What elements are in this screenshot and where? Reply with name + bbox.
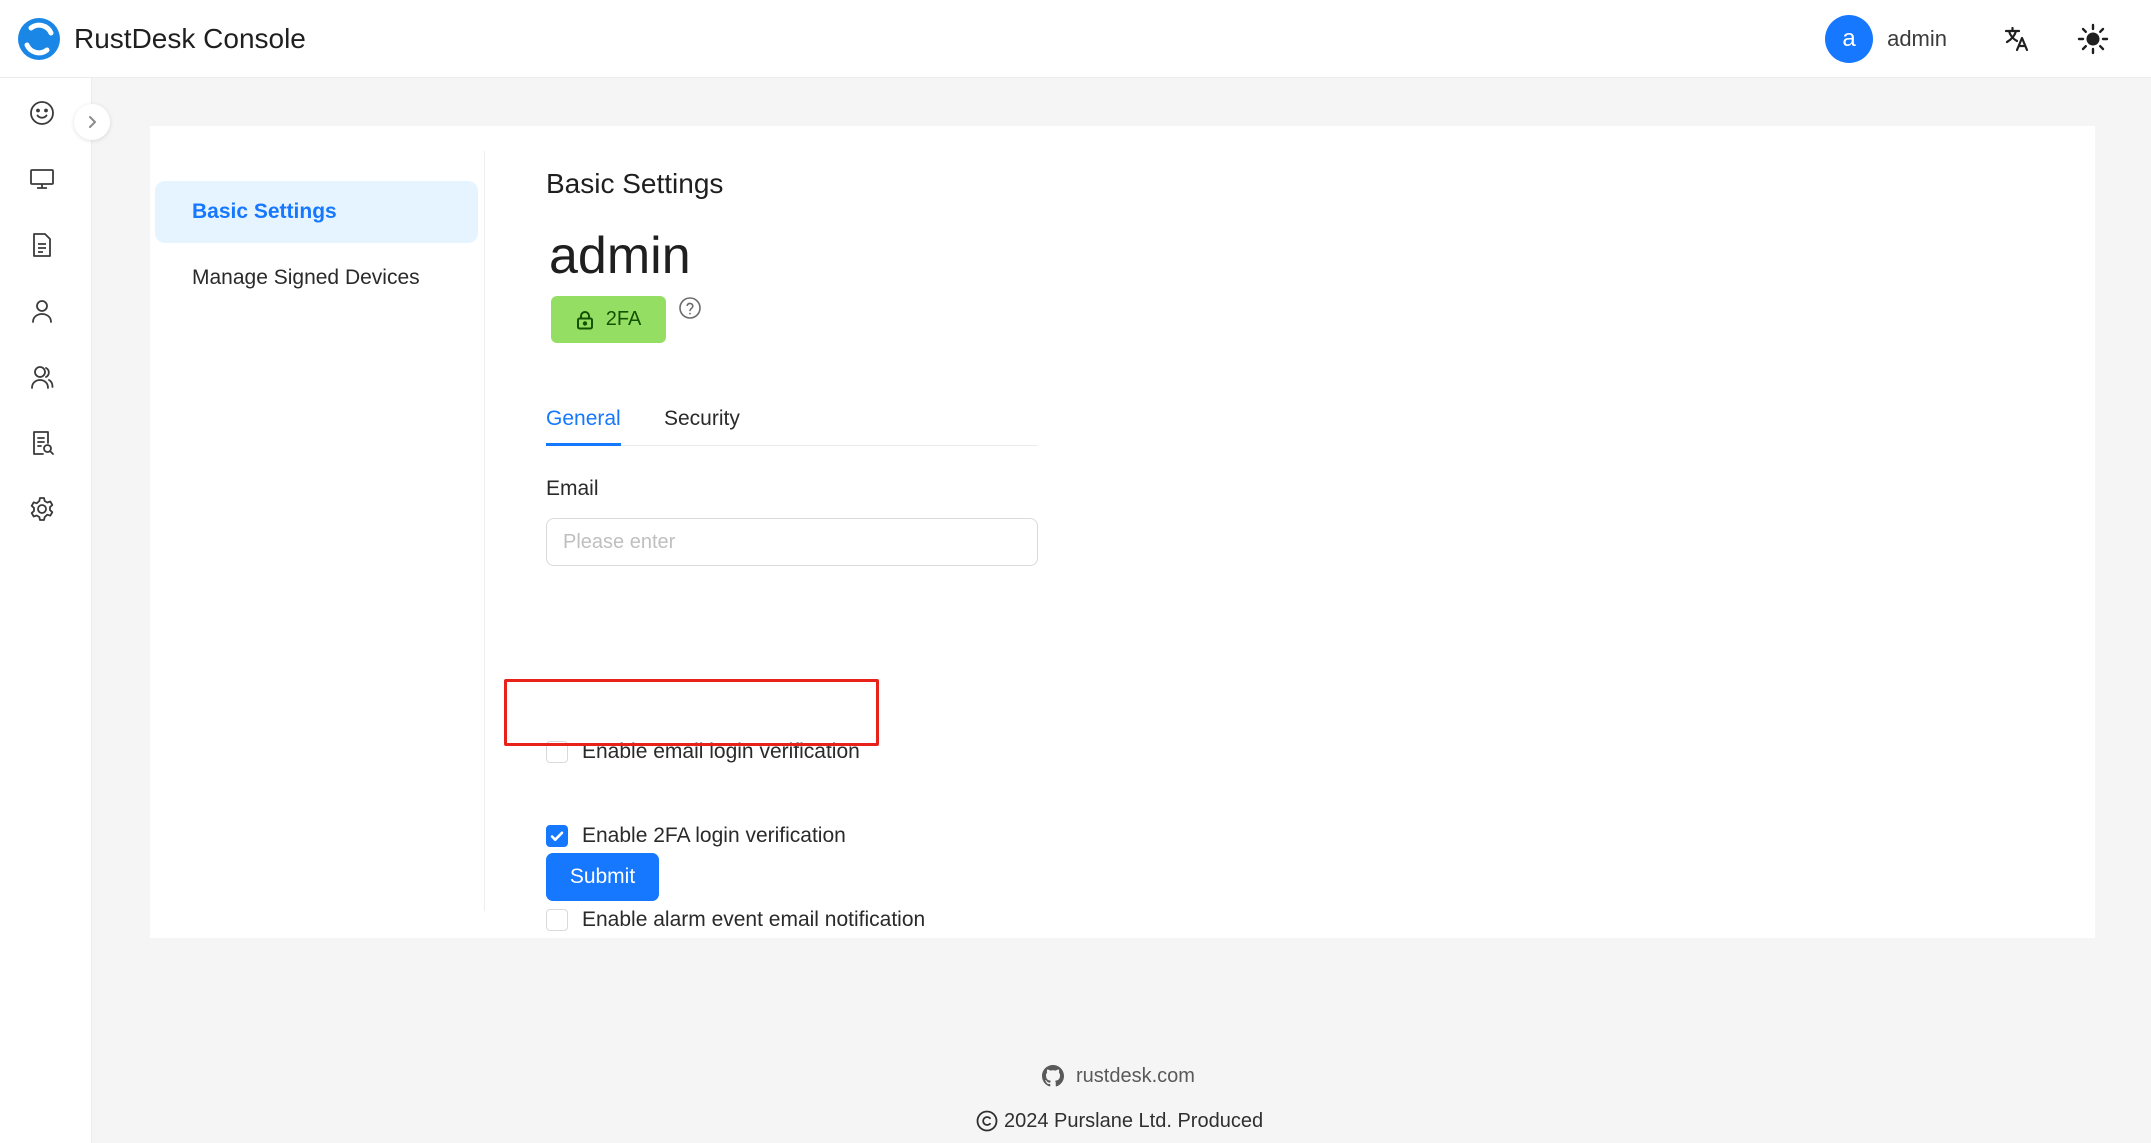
question-circle-icon[interactable]: [678, 296, 702, 320]
users-icon: [31, 366, 54, 389]
nav-item-audit-logs[interactable]: [22, 423, 62, 463]
checkbox-label: Enable 2FA login verification: [582, 824, 846, 847]
menu-item-label: Manage Signed Devices: [192, 266, 420, 289]
top-header: RustDesk Console a admin: [0, 0, 2151, 78]
menu-item-manage-signed-devices[interactable]: Manage Signed Devices: [155, 247, 478, 309]
settings-tabs: General Security: [546, 396, 1038, 446]
collapse-sidebar-button[interactable]: [74, 104, 110, 140]
language-button[interactable]: [1995, 17, 2039, 61]
monitor-icon: [30, 169, 54, 189]
theme-toggle-button[interactable]: [2071, 17, 2115, 61]
submit-button[interactable]: Submit: [546, 853, 659, 901]
rustdesk-logo-icon: [18, 17, 60, 60]
username: admin: [1887, 26, 1947, 51]
nav-item-devices[interactable]: [22, 159, 62, 199]
checkmark-icon: [550, 831, 564, 841]
checkbox-label: Enable alarm event email notification: [582, 908, 926, 931]
tab-security[interactable]: Security: [664, 396, 740, 446]
user-icon: [32, 300, 52, 323]
footer-copyright: 2024 Purslane Ltd. Produced: [976, 1107, 1263, 1135]
user-menu[interactable]: a admin: [1825, 15, 1947, 63]
avatar: a: [1825, 15, 1874, 63]
brand[interactable]: RustDesk Console: [16, 16, 306, 62]
alarm-email-notification-option[interactable]: Enable alarm event email notification: [546, 905, 925, 935]
footer-rustdesk-link[interactable]: rustdesk.com: [1042, 1062, 1195, 1090]
tab-general[interactable]: General: [546, 396, 621, 446]
copyright-icon: [976, 1110, 998, 1132]
left-nav-rail: [0, 78, 92, 1143]
email-login-verification-option[interactable]: Enable email login verification: [546, 737, 860, 767]
copyright-text: 2024 Purslane Ltd. Produced: [1004, 1109, 1264, 1132]
lock-icon: [576, 310, 593, 329]
menu-item-label: Basic Settings: [192, 200, 337, 223]
2fa-status-badge: 2FA: [551, 296, 666, 343]
sun-icon: [2077, 23, 2109, 55]
profile-name: admin: [549, 227, 691, 285]
github-icon: [1042, 1065, 1064, 1087]
audit-log-icon: [33, 431, 54, 455]
page-title: Basic Settings: [546, 168, 724, 199]
settings-card: Basic Settings Manage Signed Devices Bas…: [150, 126, 2095, 938]
chevron-right-icon: [89, 116, 96, 128]
2fa-login-verification-option[interactable]: Enable 2FA login verification: [546, 821, 846, 851]
smiley-icon: [30, 101, 54, 125]
email-login-verification-checkbox[interactable]: [546, 741, 568, 763]
email-field[interactable]: [546, 518, 1038, 566]
gear-icon: [30, 497, 54, 521]
nav-item-users[interactable]: [22, 291, 62, 331]
header-actions: a admin: [1825, 0, 2151, 78]
nav-item-settings[interactable]: [22, 489, 62, 529]
nav-item-documents[interactable]: [22, 225, 62, 265]
app-title: RustDesk Console: [74, 22, 306, 54]
annotation-highlight-box: [504, 679, 879, 746]
nav-item-groups[interactable]: [22, 357, 62, 397]
footer-link-text: rustdesk.com: [1076, 1064, 1195, 1087]
checkbox-label: Enable email login verification: [582, 740, 860, 763]
menu-item-basic-settings[interactable]: Basic Settings: [155, 181, 478, 243]
badge-label: 2FA: [605, 308, 642, 330]
translate-icon: [2004, 26, 2029, 52]
document-icon: [33, 233, 51, 257]
2fa-login-verification-checkbox[interactable]: [546, 825, 568, 847]
settings-side-menu: Basic Settings Manage Signed Devices: [155, 151, 485, 911]
nav-item-welcome[interactable]: [22, 93, 62, 133]
alarm-email-notification-checkbox[interactable]: [546, 909, 568, 931]
email-label: Email: [546, 477, 599, 500]
